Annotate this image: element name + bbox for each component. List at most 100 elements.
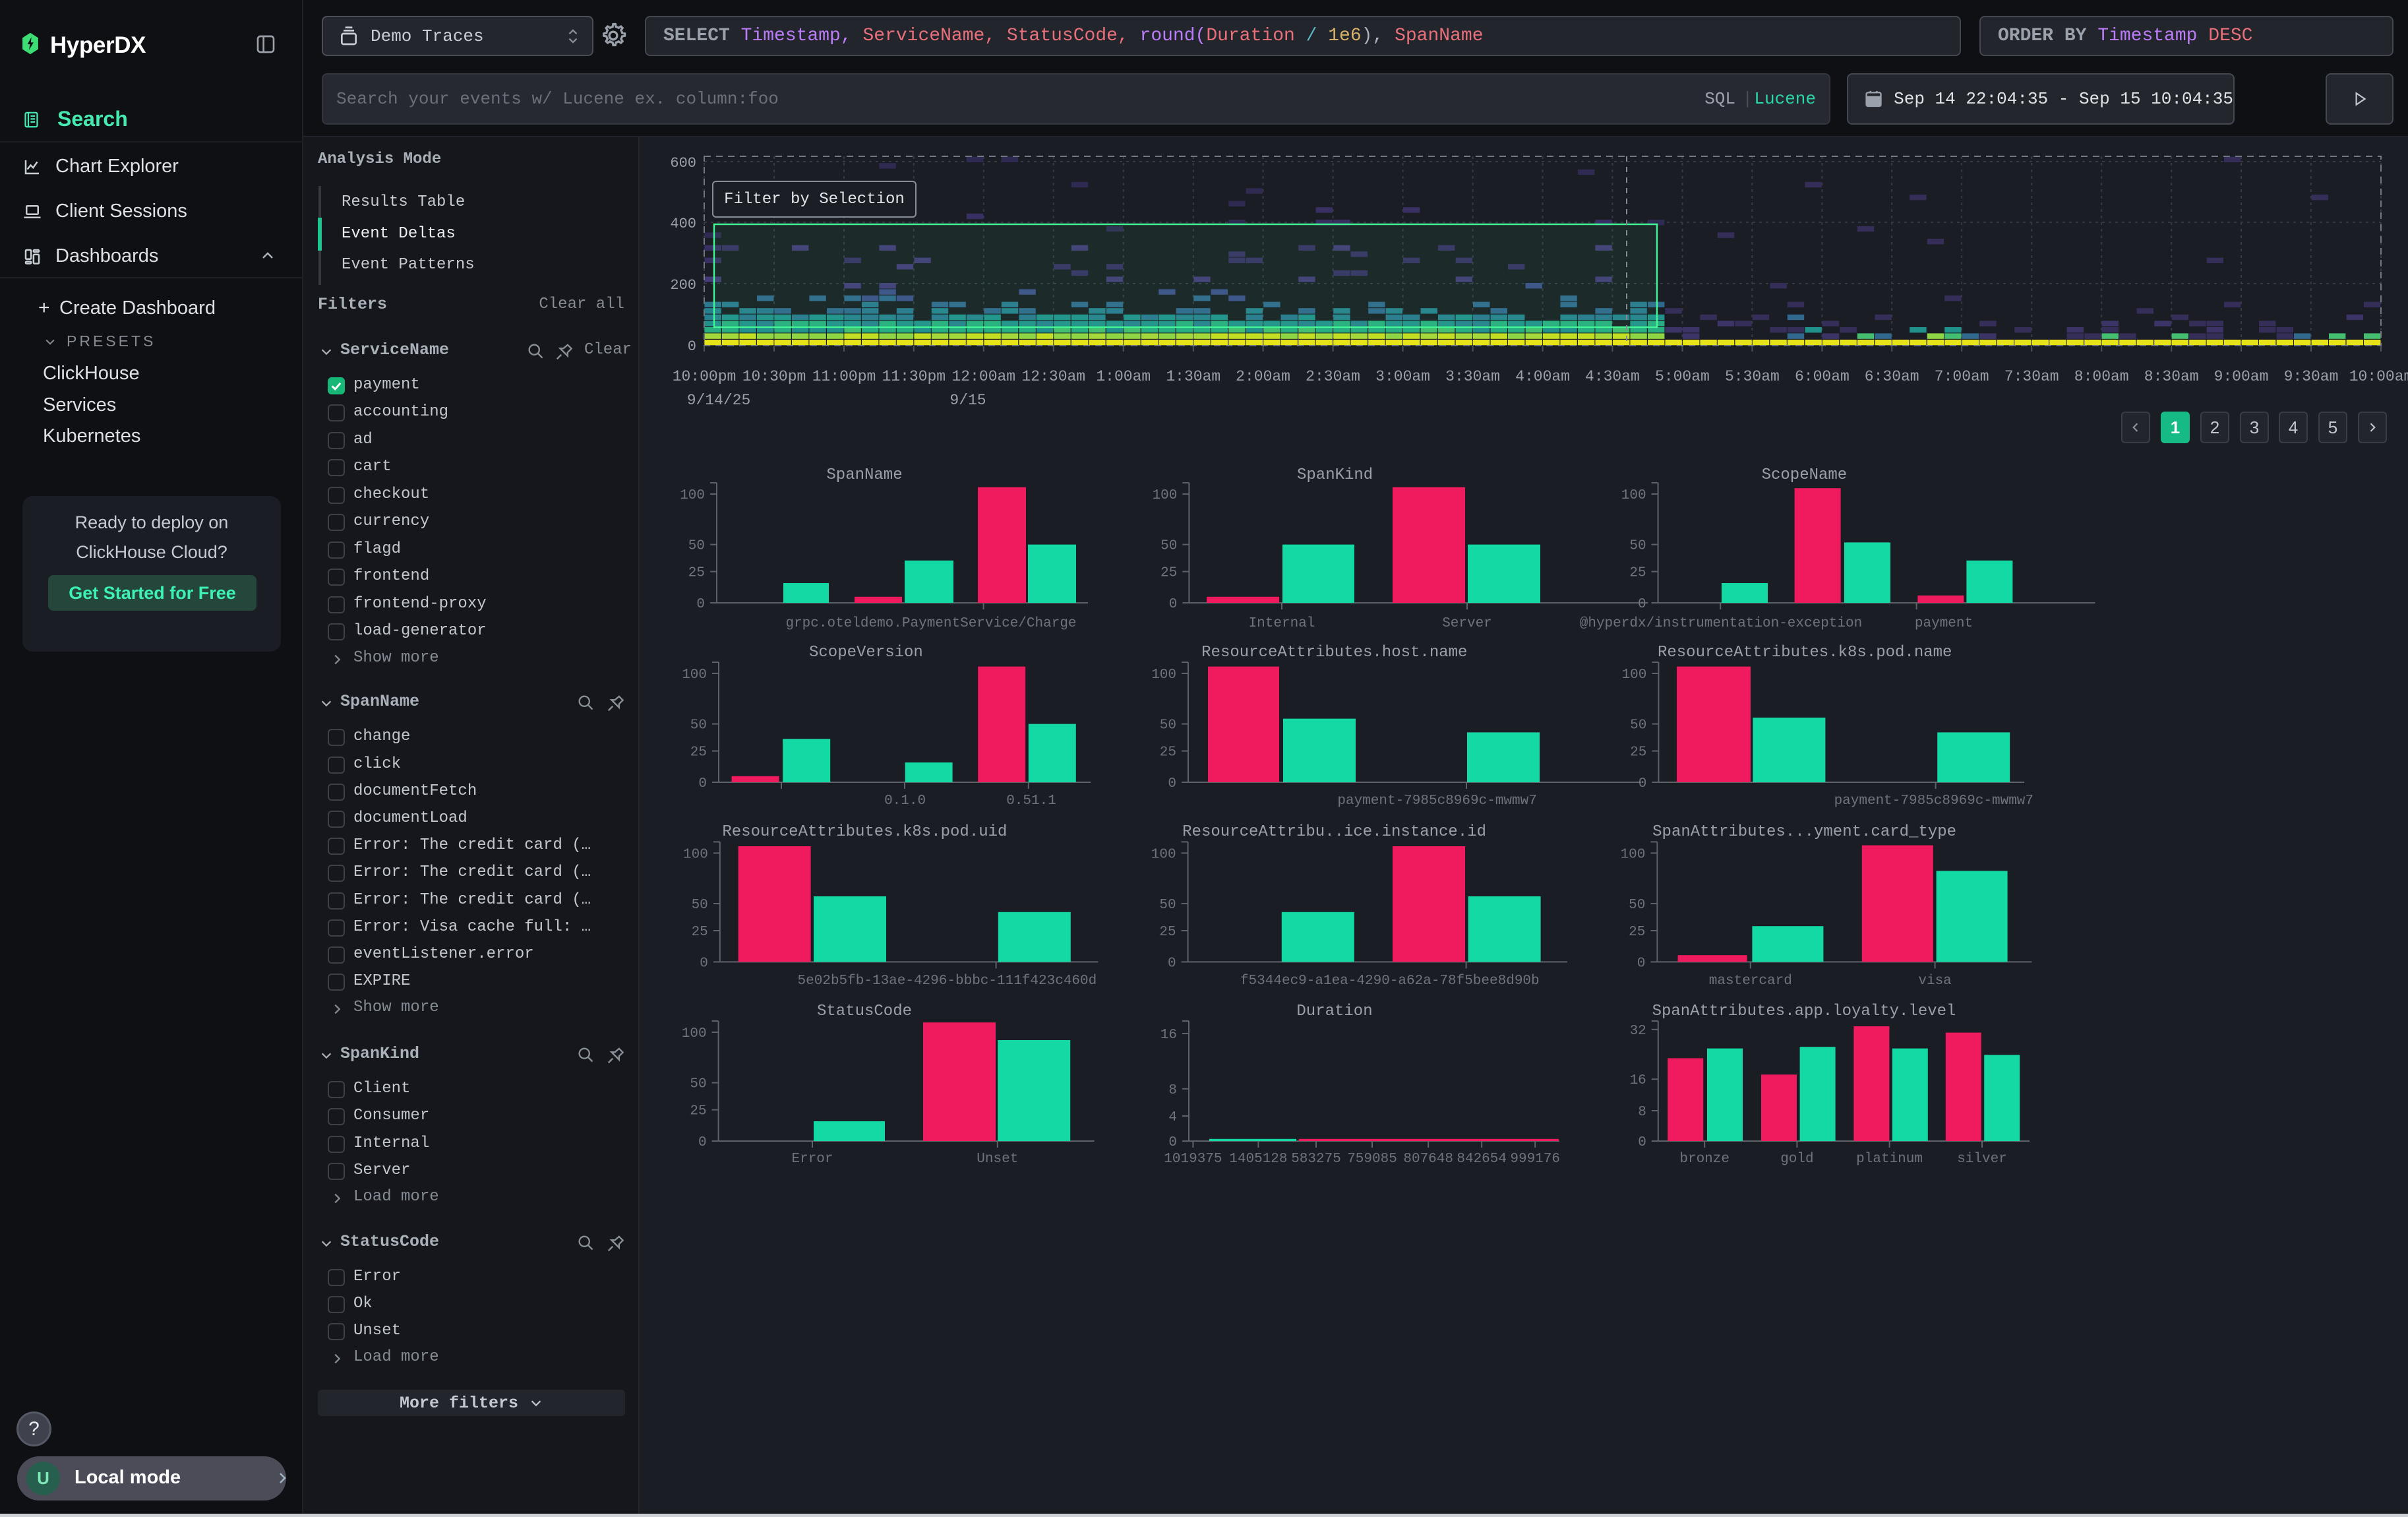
svg-text:gold: gold [1780,1152,1813,1167]
svg-text:SpanAttributes.app.loyalty.lev: SpanAttributes.app.loyalty.level [1652,1003,1956,1020]
svg-text:0: 0 [1168,956,1176,971]
svg-text:5:30am: 5:30am [1725,368,1780,385]
svg-text:3:00am: 3:00am [1375,368,1430,385]
svg-text:100: 100 [1621,488,1646,503]
svg-text:1019375: 1019375 [1164,1152,1222,1167]
svg-text:25: 25 [1629,925,1645,940]
svg-text:payment: payment [1915,616,1973,631]
svg-text:11:00pm: 11:00pm [812,368,876,385]
svg-text:25: 25 [1160,566,1177,581]
svg-text:ScopeVersion: ScopeVersion [809,644,923,662]
svg-text:f5344ec9-a1ea-4290-a62a-78f5be: f5344ec9-a1ea-4290-a62a-78f5bee8d90b [1240,974,1540,989]
svg-text:100: 100 [680,488,705,503]
svg-text:12:30am: 12:30am [1021,368,1085,385]
svg-text:12:00am: 12:00am [951,368,1015,385]
svg-text:4:30am: 4:30am [1585,368,1640,385]
svg-text:Duration: Duration [1296,1003,1372,1020]
svg-text:0: 0 [696,597,705,612]
svg-text:2:30am: 2:30am [1306,368,1360,385]
svg-text:100: 100 [1622,667,1647,683]
svg-text:StatusCode: StatusCode [817,1003,912,1020]
svg-text:200: 200 [670,277,696,294]
svg-text:3:30am: 3:30am [1445,368,1500,385]
svg-text:SpanKind: SpanKind [1297,467,1373,484]
svg-text:6:30am: 6:30am [1865,368,1919,385]
svg-text:5e02b5fb-13ae-4296-bbbc-111f42: 5e02b5fb-13ae-4296-bbbc-111f423c460d [798,974,1097,989]
svg-text:0: 0 [1168,1135,1177,1150]
svg-text:842654: 842654 [1457,1152,1507,1167]
svg-text:759085: 759085 [1347,1152,1397,1167]
svg-text:8:00am: 8:00am [2074,368,2129,385]
svg-text:100: 100 [683,847,708,862]
svg-text:400: 400 [670,216,696,232]
svg-text:16: 16 [1630,1073,1646,1088]
svg-text:0: 0 [1638,597,1646,612]
svg-text:9/14/25: 9/14/25 [687,392,751,409]
svg-text:SpanAttributes...yment.card_ty: SpanAttributes...yment.card_type [1652,823,1956,841]
svg-text:100: 100 [1621,847,1646,862]
svg-text:50: 50 [1630,718,1646,733]
svg-text:1405128: 1405128 [1229,1152,1287,1167]
svg-text:1:30am: 1:30am [1166,368,1220,385]
svg-text:7:30am: 7:30am [2004,368,2059,385]
svg-text:ResourceAttributes.k8s.pod.uid: ResourceAttributes.k8s.pod.uid [722,823,1007,841]
svg-text:9:00am: 9:00am [2214,368,2269,385]
svg-text:8: 8 [1168,1083,1177,1098]
svg-text:mastercard: mastercard [1709,974,1792,989]
svg-text:visa: visa [1918,974,1951,989]
svg-text:payment-7985c8969c-mwmw7: payment-7985c8969c-mwmw7 [1337,793,1536,809]
svg-text:50: 50 [690,1077,706,1092]
svg-text:0.51.1: 0.51.1 [1006,793,1056,809]
svg-text:1:00am: 1:00am [1096,368,1151,385]
svg-text:0: 0 [1169,597,1178,612]
svg-text:0: 0 [698,776,707,791]
svg-text:25: 25 [1629,566,1646,581]
svg-text:ScopeName: ScopeName [1762,467,1848,484]
svg-text:50: 50 [1160,539,1177,554]
svg-text:Error: Error [791,1152,833,1167]
svg-text:5:00am: 5:00am [1655,368,1710,385]
svg-text:807648: 807648 [1403,1152,1453,1167]
svg-text:50: 50 [692,898,708,913]
svg-text:silver: silver [1957,1152,2007,1167]
svg-text:10:30pm: 10:30pm [742,368,806,385]
svg-text:9/15: 9/15 [949,392,986,409]
svg-text:7:00am: 7:00am [1935,368,1989,385]
svg-text:583275: 583275 [1291,1152,1341,1167]
svg-text:25: 25 [692,925,708,940]
svg-text:Internal: Internal [1249,616,1315,631]
svg-text:100: 100 [682,667,707,683]
svg-text:platinum: platinum [1856,1152,1923,1167]
svg-text:8: 8 [1638,1105,1646,1120]
svg-text:50: 50 [1159,898,1176,913]
svg-text:25: 25 [688,566,705,581]
svg-text:SpanName: SpanName [826,467,902,484]
svg-text:bronze: bronze [1679,1152,1730,1167]
svg-text:50: 50 [1629,898,1645,913]
svg-text:600: 600 [670,155,696,171]
svg-text:0: 0 [1168,776,1176,791]
svg-text:9:30am: 9:30am [2284,368,2339,385]
svg-text:0: 0 [688,338,696,355]
svg-text:32: 32 [1630,1024,1646,1039]
svg-text:100: 100 [1151,847,1176,862]
svg-text:8:30am: 8:30am [2144,368,2199,385]
svg-text:Unset: Unset [977,1152,1018,1167]
svg-text:10:00am: 10:00am [2349,368,2408,385]
svg-text:50: 50 [1629,539,1646,554]
svg-text:0.1.0: 0.1.0 [884,793,926,809]
svg-text:50: 50 [690,718,707,733]
svg-text:0: 0 [698,1135,707,1150]
svg-text:payment-7985c8969c-mwmw7: payment-7985c8969c-mwmw7 [1834,793,2033,809]
svg-text:50: 50 [688,539,705,554]
svg-text:25: 25 [690,745,707,760]
svg-text:4:00am: 4:00am [1515,368,1570,385]
svg-text:ResourceAttributes.host.name: ResourceAttributes.host.name [1201,644,1467,662]
svg-text:50: 50 [1160,718,1176,733]
svg-text:ResourceAttribu..ice.instance.: ResourceAttribu..ice.instance.id [1182,823,1486,841]
svg-text:0: 0 [1638,1135,1646,1150]
svg-text:11:30pm: 11:30pm [882,368,946,385]
svg-text:999176: 999176 [1510,1152,1560,1167]
svg-text:ResourceAttributes.k8s.pod.nam: ResourceAttributes.k8s.pod.name [1658,644,1952,662]
svg-text:0: 0 [1637,956,1646,971]
